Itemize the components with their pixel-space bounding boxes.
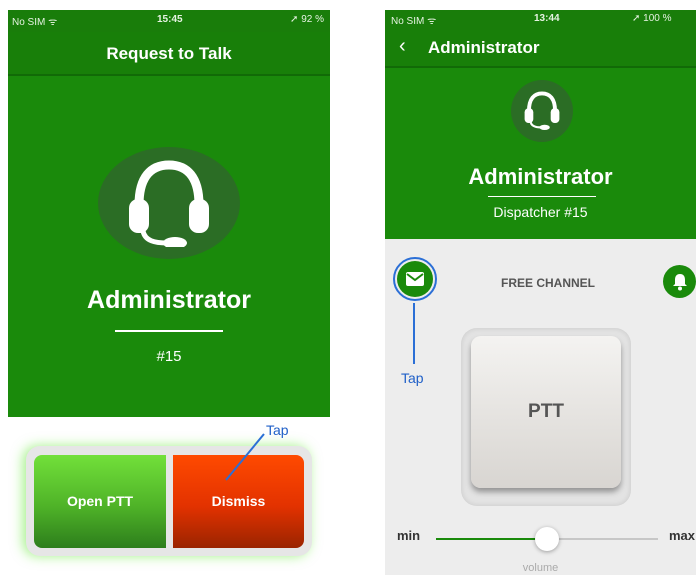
carrier-label: No SIM ᯤ — [12, 17, 58, 28]
avatar — [98, 147, 240, 259]
status-bar: No SIM ᯤ 13:44 ➚ 100 % — [385, 10, 696, 30]
contact-role: Dispatcher #15 — [493, 204, 588, 220]
nav-bar: ‹ Administrator — [385, 30, 696, 66]
carrier-label: No SIM ᯤ — [391, 16, 437, 27]
volume-max-label: max — [669, 528, 696, 543]
tap-pointer-line — [225, 433, 265, 481]
clock: 13:44 — [534, 13, 560, 24]
volume-label: volume — [522, 562, 559, 574]
message-button[interactable] — [397, 261, 433, 297]
volume-min-label: min — [397, 528, 421, 543]
headset-icon — [524, 91, 560, 130]
page-title: Request to Talk — [106, 44, 232, 63]
volume-slider-fill — [436, 538, 546, 540]
contact-screen: No SIM ᯤ 13:44 ➚ 100 % ‹ Administrator A… — [385, 10, 696, 575]
back-button[interactable]: ‹ — [399, 35, 406, 58]
battery-status: ➚ 100 % — [632, 13, 672, 24]
volume-slider-thumb[interactable] — [535, 527, 559, 551]
channel-label: FREE CHANNEL — [500, 276, 595, 290]
battery-status: ➚ 92 % — [290, 14, 324, 25]
caller-name: Administrator — [87, 286, 251, 314]
clock: 15:45 — [157, 14, 183, 25]
divider — [488, 196, 596, 197]
ptt-button[interactable]: PTT — [471, 336, 621, 488]
request-to-talk-screen: No SIM ᯤ 15:45 ➚ 92 % Request to Talk Ad… — [8, 10, 330, 417]
avatar — [511, 80, 573, 142]
tap-pointer-line — [413, 303, 415, 364]
open-ptt-button[interactable]: Open PTT — [34, 455, 166, 548]
envelope-icon — [406, 272, 424, 286]
alert-button[interactable] — [663, 265, 696, 298]
headset-icon — [129, 160, 209, 247]
tap-annotation: Tap — [401, 370, 424, 386]
contact-name: Administrator — [468, 164, 613, 189]
caller-id: #15 — [156, 348, 182, 365]
header: Request to Talk — [8, 32, 330, 76]
bell-icon — [673, 274, 687, 291]
divider — [115, 330, 223, 332]
status-bar: No SIM ᯤ 15:45 ➚ 92 % — [8, 10, 330, 32]
page-title: Administrator — [428, 38, 540, 57]
